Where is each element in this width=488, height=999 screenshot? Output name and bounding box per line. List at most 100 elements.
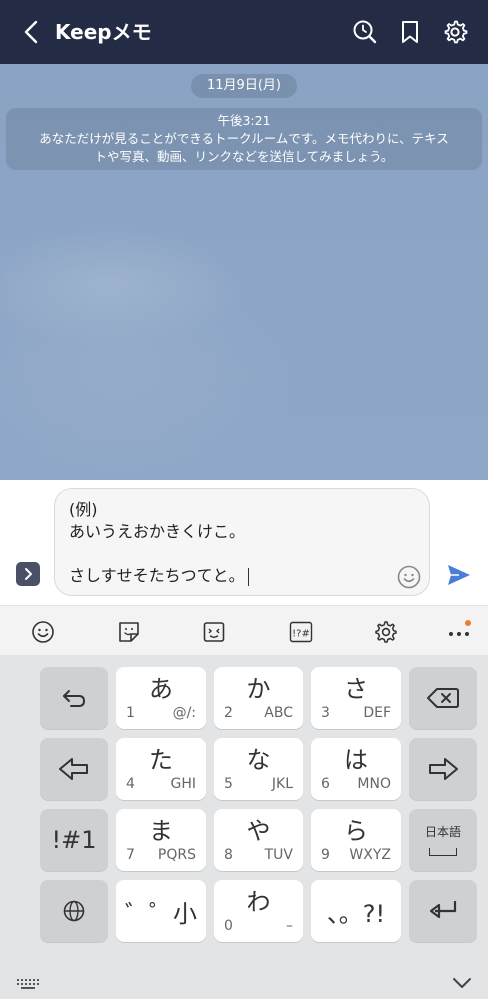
arrow-left-icon bbox=[59, 758, 88, 780]
key-a[interactable]: あ 1 @/: bbox=[116, 667, 206, 729]
gear-icon bbox=[444, 20, 468, 44]
input-line-1: (例) bbox=[69, 500, 98, 519]
key-a-num: 1 bbox=[126, 705, 135, 721]
message-input[interactable]: (例) あいうえおかきくけこ。 さしすせそたちつてと。 bbox=[54, 488, 430, 596]
key-ta-sub: GHI bbox=[170, 776, 196, 792]
chat-area: 11月9日(月) 午後3:21 あなただけが見ることができるトークルームです。メ… bbox=[0, 64, 488, 480]
symbol-mode-key[interactable]: !#1 bbox=[40, 809, 108, 871]
enter-key[interactable] bbox=[409, 880, 477, 942]
key-ka-main: か bbox=[246, 675, 271, 703]
bookmark-icon bbox=[402, 21, 418, 43]
send-button[interactable] bbox=[446, 562, 474, 590]
key-ya[interactable]: や 8 TUV bbox=[214, 809, 303, 871]
bookmark-button[interactable] bbox=[396, 18, 424, 46]
dakuten-label: ゛゜小 bbox=[125, 899, 197, 928]
toolbar-emoji-button[interactable] bbox=[30, 619, 56, 645]
input-line-2: あいうえおかきくけこ。 bbox=[69, 522, 246, 541]
notification-dot-icon bbox=[465, 620, 471, 626]
expand-menu-button[interactable] bbox=[16, 562, 40, 586]
symbol-label: !?# bbox=[292, 629, 310, 640]
globe-key[interactable] bbox=[40, 880, 108, 942]
key-ka[interactable]: か 2 ABC bbox=[214, 667, 303, 729]
key-ma-num: 7 bbox=[126, 847, 135, 863]
language-space-key[interactable]: 日本語 bbox=[409, 809, 477, 871]
search-clock-icon bbox=[353, 20, 377, 44]
message-time: 午後3:21 bbox=[217, 113, 271, 128]
toolbar-sticker-button[interactable] bbox=[116, 619, 142, 645]
settings-button[interactable] bbox=[441, 18, 469, 46]
toolbar-settings-button[interactable] bbox=[373, 619, 399, 645]
globe-icon bbox=[63, 900, 85, 922]
key-a-sub: @/: bbox=[172, 705, 196, 721]
key-ha[interactable]: は 6 MNO bbox=[311, 738, 401, 800]
settings-icon bbox=[375, 621, 397, 643]
key-ka-sub: ABC bbox=[264, 705, 293, 721]
key-na[interactable]: な 5 JKL bbox=[214, 738, 303, 800]
emoji-icon bbox=[32, 621, 54, 643]
chevron-down-icon bbox=[453, 978, 471, 988]
arrow-right-icon bbox=[429, 758, 458, 780]
undo-icon bbox=[63, 690, 86, 707]
key-ra-main: ら bbox=[344, 817, 368, 845]
key-ya-sub: TUV bbox=[264, 847, 293, 863]
keyboard-switch-button[interactable] bbox=[16, 977, 40, 993]
keyboard-toolbar: !?# bbox=[0, 605, 488, 655]
key-ra-num: 9 bbox=[321, 847, 330, 863]
cursor-right-key[interactable] bbox=[409, 738, 477, 800]
space-icon bbox=[429, 848, 457, 856]
toolbar-symbol-button[interactable]: !?# bbox=[288, 619, 314, 645]
dakuten-key[interactable]: ゛゜小 bbox=[116, 880, 206, 942]
symbol-icon: !?# bbox=[289, 621, 313, 643]
smiley-icon bbox=[397, 565, 421, 589]
message-line-1: あなただけが見ることができるトークルームです。メモ代わりに、テキス bbox=[39, 131, 449, 146]
enter-icon bbox=[429, 901, 457, 919]
kaomoji-icon bbox=[203, 622, 225, 642]
toolbar-kaomoji-button[interactable] bbox=[201, 619, 227, 645]
header-bar: Keepメモ bbox=[0, 0, 488, 64]
key-ra[interactable]: ら 9 WXYZ bbox=[311, 809, 401, 871]
key-sa-num: 3 bbox=[321, 705, 330, 721]
more-icon bbox=[449, 620, 471, 636]
text-cursor bbox=[247, 567, 249, 586]
backspace-key[interactable] bbox=[409, 667, 477, 729]
message-line-2: トや写真、動画、リンクなどを送信してみましょう。 bbox=[94, 149, 394, 164]
date-divider: 11月9日(月) bbox=[191, 74, 297, 98]
search-button[interactable] bbox=[351, 18, 379, 46]
key-ma[interactable]: ま 7 PQRS bbox=[116, 809, 206, 871]
key-ha-main: は bbox=[344, 746, 368, 774]
key-wa-sub: – bbox=[286, 918, 293, 934]
key-ta[interactable]: た 4 GHI bbox=[116, 738, 206, 800]
undo-key[interactable] bbox=[40, 667, 108, 729]
key-na-main: な bbox=[246, 746, 271, 774]
language-label: 日本語 bbox=[424, 825, 461, 839]
hide-keyboard-button[interactable] bbox=[450, 973, 474, 993]
key-ma-main: ま bbox=[149, 817, 173, 845]
key-ya-num: 8 bbox=[224, 847, 233, 863]
punctuation-label: 、。?! bbox=[326, 899, 386, 928]
punctuation-key[interactable]: 、。?! bbox=[311, 880, 401, 942]
key-wa-num: 0 bbox=[224, 918, 233, 934]
keyboard: あ 1 @/: か 2 ABC さ 3 DEF た 4 GHI な 5 JKL … bbox=[0, 655, 488, 999]
emoji-button[interactable] bbox=[396, 564, 422, 590]
key-ta-main: た bbox=[149, 746, 173, 774]
input-line-4: さしすせそたちつてと。 bbox=[69, 565, 415, 587]
input-line-3 bbox=[69, 543, 415, 565]
chevron-right-icon bbox=[25, 568, 32, 580]
key-na-num: 5 bbox=[224, 776, 233, 792]
key-wa[interactable]: わ 0 – bbox=[214, 880, 303, 942]
key-ta-num: 4 bbox=[126, 776, 135, 792]
toolbar-more-button[interactable] bbox=[446, 619, 472, 645]
key-ra-sub: WXYZ bbox=[349, 847, 391, 863]
back-button[interactable] bbox=[18, 18, 46, 46]
system-message: 午後3:21 あなただけが見ることができるトークルームです。メモ代わりに、テキス… bbox=[6, 108, 482, 170]
key-sa[interactable]: さ 3 DEF bbox=[311, 667, 401, 729]
sticker-icon bbox=[119, 622, 139, 642]
cursor-left-key[interactable] bbox=[40, 738, 108, 800]
key-wa-main: わ bbox=[246, 888, 271, 916]
key-ka-num: 2 bbox=[224, 705, 233, 721]
input-line-4-text: さしすせそたちつてと。 bbox=[69, 566, 245, 585]
chevron-left-icon bbox=[24, 20, 38, 44]
key-ha-sub: MNO bbox=[357, 776, 391, 792]
key-ya-main: や bbox=[246, 817, 271, 845]
key-sa-main: さ bbox=[344, 675, 368, 703]
